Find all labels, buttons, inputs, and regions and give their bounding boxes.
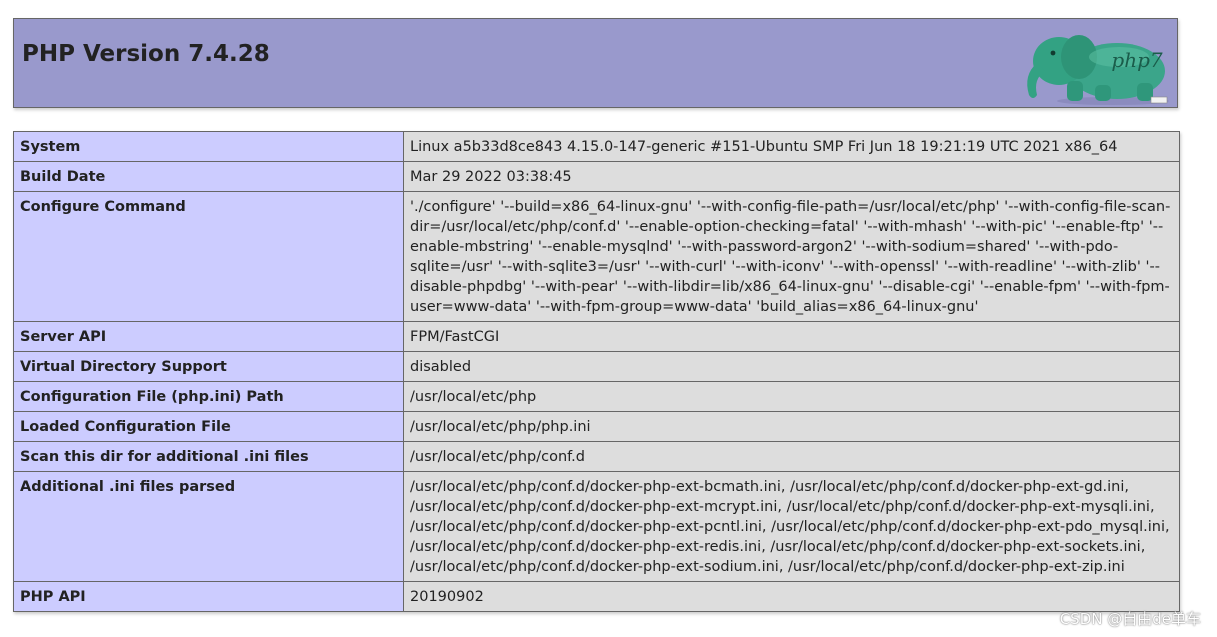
phpinfo-page: PHP Version 7.4.28 php7 System Linux a5b… <box>0 0 1217 637</box>
table-row: Scan this dir for additional .ini files … <box>13 441 1180 472</box>
table-row: Configure Command './configure' '--build… <box>13 191 1180 322</box>
row-value: /usr/local/etc/php/conf.d <box>403 441 1180 472</box>
row-key: Virtual Directory Support <box>13 351 404 382</box>
row-value: /usr/local/etc/php <box>403 381 1180 412</box>
table-row: Server API FPM/FastCGI <box>13 321 1180 352</box>
table-row: Configuration File (php.ini) Path /usr/l… <box>13 381 1180 412</box>
table-row: Additional .ini files parsed /usr/local/… <box>13 471 1180 582</box>
row-key: Build Date <box>13 161 404 192</box>
csdn-watermark: CSDN @自由de单车 <box>1059 610 1201 628</box>
row-value: /usr/local/etc/php/conf.d/docker-php-ext… <box>403 471 1180 582</box>
row-value: 20190902 <box>403 581 1180 612</box>
table-row: Build Date Mar 29 2022 03:38:45 <box>13 161 1180 192</box>
row-value: disabled <box>403 351 1180 382</box>
row-value: Mar 29 2022 03:38:45 <box>403 161 1180 192</box>
row-value: /usr/local/etc/php/php.ini <box>403 411 1180 442</box>
row-key: Scan this dir for additional .ini files <box>13 441 404 472</box>
row-key: PHP API <box>13 581 404 612</box>
version-header: PHP Version 7.4.28 php7 <box>13 18 1178 108</box>
table-row: Loaded Configuration File /usr/local/etc… <box>13 411 1180 442</box>
row-key: Additional .ini files parsed <box>13 471 404 582</box>
row-key: Loaded Configuration File <box>13 411 404 442</box>
row-value: FPM/FastCGI <box>403 321 1180 352</box>
system-info-table: System Linux a5b33d8ce843 4.15.0-147-gen… <box>13 131 1180 612</box>
row-key: Server API <box>13 321 404 352</box>
row-key: System <box>13 131 404 162</box>
table-row: PHP API 20190902 <box>13 581 1180 612</box>
table-row: System Linux a5b33d8ce843 4.15.0-147-gen… <box>13 131 1180 162</box>
row-key: Configuration File (php.ini) Path <box>13 381 404 412</box>
row-value: Linux a5b33d8ce843 4.15.0-147-generic #1… <box>403 131 1180 162</box>
page-title: PHP Version 7.4.28 <box>22 41 270 67</box>
php-elephant-logo-icon: php7 <box>1027 35 1169 105</box>
row-key: Configure Command <box>13 191 404 322</box>
row-value: './configure' '--build=x86_64-linux-gnu'… <box>403 191 1180 322</box>
php-logo-text: php7 <box>1111 48 1162 72</box>
table-row: Virtual Directory Support disabled <box>13 351 1180 382</box>
